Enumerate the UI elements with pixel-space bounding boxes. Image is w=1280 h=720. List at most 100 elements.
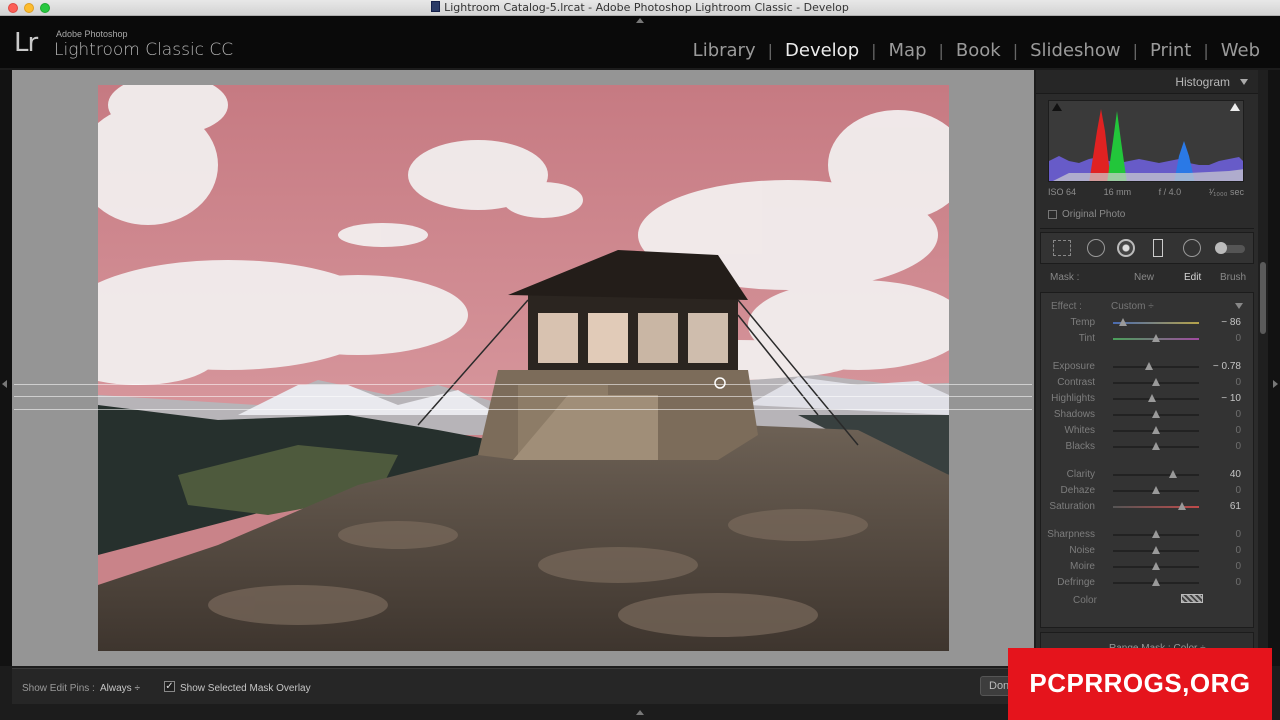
module-picker: Library | Develop | Map | Book | Slideshow | … (681, 40, 1272, 61)
slider-thumb[interactable] (1152, 578, 1160, 586)
slider-value[interactable]: 0 (1235, 529, 1241, 540)
slider-blacks[interactable]: Blacks 0 (1041, 441, 1255, 453)
slider-contrast[interactable]: Contrast 0 (1041, 377, 1255, 389)
slider-thumb[interactable] (1152, 562, 1160, 570)
shutter-value: ¹⁄₁₀₀₀ sec (1208, 187, 1244, 197)
slider-clarity[interactable]: Clarity 40 (1041, 469, 1255, 481)
slider-value[interactable]: 0 (1235, 577, 1241, 588)
watermark-banner: PCPRROGS,ORG (1008, 648, 1272, 720)
slider-value[interactable]: − 86 (1221, 317, 1241, 328)
radial-filter-icon[interactable] (1183, 239, 1201, 257)
shadow-clipping-icon[interactable] (1052, 103, 1062, 111)
slider-thumb[interactable] (1152, 442, 1160, 450)
photo-preview[interactable] (98, 85, 949, 651)
module-develop[interactable]: Develop (773, 40, 871, 61)
slider-thumb[interactable] (1152, 546, 1160, 554)
color-swatch[interactable] (1181, 594, 1203, 603)
collapse-effect-icon[interactable] (1235, 303, 1243, 309)
highlight-clipping-icon[interactable] (1230, 103, 1240, 111)
slider-value[interactable]: 0 (1235, 441, 1241, 452)
slider-saturation[interactable]: Saturation 61 (1041, 501, 1255, 513)
gradient-center-line[interactable] (14, 396, 1032, 397)
histogram-header[interactable]: Histogram (1036, 70, 1258, 94)
slider-value[interactable]: 61 (1230, 501, 1241, 512)
slider-label: Sharpness (1047, 529, 1095, 540)
module-map[interactable]: Map (877, 40, 939, 61)
brand-adobe-photoshop: Adobe Photoshop (56, 29, 128, 39)
slider-value[interactable]: 0 (1235, 409, 1241, 420)
slider-value[interactable]: 0 (1235, 545, 1241, 556)
adjustment-panel: Effect : Custom ÷ Temp − 86 Tint 0 Exposure −… (1040, 292, 1254, 628)
module-print[interactable]: Print (1138, 40, 1203, 61)
watermark-text: PCPRROGS,ORG (1029, 668, 1251, 698)
module-slideshow[interactable]: Slideshow (1018, 40, 1132, 61)
module-bar: Lr Adobe Photoshop Lightroom Classic CC … (0, 16, 1280, 68)
slider-value[interactable]: 0 (1235, 485, 1241, 496)
graduated-filter-icon[interactable] (1153, 239, 1163, 257)
slider-thumb[interactable] (1152, 410, 1160, 418)
slider-tint[interactable]: Tint 0 (1041, 333, 1255, 345)
aperture-value: f / 4.0 (1158, 187, 1182, 197)
slider-moire[interactable]: Moire 0 (1041, 561, 1255, 573)
slider-value[interactable]: 0 (1235, 425, 1241, 436)
slider-sharpness[interactable]: Sharpness 0 (1041, 529, 1255, 541)
slider-temp[interactable]: Temp − 86 (1041, 317, 1255, 329)
slider-label: Contrast (1057, 377, 1095, 388)
original-photo-checkbox[interactable] (1048, 210, 1057, 219)
slider-value[interactable]: 0 (1235, 333, 1241, 344)
module-book[interactable]: Book (944, 40, 1013, 61)
adjustment-brush-icon[interactable] (1215, 242, 1245, 254)
effect-preset-select[interactable]: Custom ÷ (1111, 301, 1154, 312)
slider-thumb[interactable] (1177, 502, 1186, 510)
slider-track[interactable] (1113, 398, 1199, 400)
red-eye-icon[interactable] (1117, 239, 1135, 257)
slider-noise[interactable]: Noise 0 (1041, 545, 1255, 557)
gradient-guide-line[interactable] (14, 409, 1032, 410)
original-photo-toggle[interactable]: Original Photo (1048, 209, 1125, 220)
slider-whites[interactable]: Whites 0 (1041, 425, 1255, 437)
edit-pins-select[interactable]: Always ÷ (100, 683, 140, 694)
module-web[interactable]: Web (1209, 40, 1272, 61)
mask-overlay-checkbox[interactable]: ✓ (164, 681, 175, 692)
mask-new-button[interactable]: New (1134, 272, 1154, 283)
slider-highlights[interactable]: Highlights − 10 (1041, 393, 1255, 405)
slider-thumb[interactable] (1147, 394, 1156, 402)
slider-shadows[interactable]: Shadows 0 (1041, 409, 1255, 421)
left-panel-collapsed (0, 70, 12, 666)
slider-thumb[interactable] (1152, 486, 1160, 494)
mask-brush-button[interactable]: Brush (1220, 272, 1246, 283)
slider-defringe[interactable]: Defringe 0 (1041, 577, 1255, 589)
crop-tool-icon[interactable] (1053, 240, 1071, 256)
module-library[interactable]: Library (681, 40, 768, 61)
spot-removal-icon[interactable] (1087, 239, 1105, 257)
histogram-graph[interactable] (1048, 100, 1244, 182)
collapse-triangle-icon[interactable] (1240, 79, 1248, 85)
slider-thumb[interactable] (1152, 530, 1160, 538)
slider-track[interactable] (1113, 366, 1199, 368)
left-panel-toggle-icon[interactable] (2, 380, 7, 388)
slider-thumb[interactable] (1152, 378, 1160, 386)
effect-preset-row[interactable]: Effect : Custom ÷ (1041, 301, 1255, 315)
slider-track[interactable] (1113, 506, 1199, 508)
slider-value[interactable]: − 10 (1221, 393, 1241, 404)
slider-value[interactable]: 40 (1230, 469, 1241, 480)
slider-value[interactable]: − 0.78 (1213, 361, 1241, 372)
slider-track[interactable] (1113, 474, 1199, 476)
slider-exposure[interactable]: Exposure − 0.78 (1041, 361, 1255, 373)
slider-thumb[interactable] (1169, 470, 1178, 478)
slider-thumb[interactable] (1152, 334, 1160, 342)
slider-thumb[interactable] (1119, 318, 1128, 326)
gradient-guide-line[interactable] (14, 384, 1032, 385)
lightroom-window: Lightroom Catalog-5.lrcat - Adobe Photos… (0, 0, 1280, 720)
slider-dehaze[interactable]: Dehaze 0 (1041, 485, 1255, 497)
slider-value[interactable]: 0 (1235, 561, 1241, 572)
top-panel-toggle-icon[interactable] (636, 18, 644, 23)
mask-edit-button[interactable]: Edit (1184, 272, 1201, 283)
filmstrip-toggle-icon[interactable] (636, 710, 644, 715)
scrollbar-thumb[interactable] (1260, 262, 1266, 334)
slider-value[interactable]: 0 (1235, 377, 1241, 388)
right-panel-scrollbar[interactable] (1258, 70, 1268, 666)
slider-thumb[interactable] (1152, 426, 1160, 434)
slider-thumb[interactable] (1145, 362, 1154, 370)
right-panel-toggle-icon[interactable] (1273, 380, 1278, 388)
